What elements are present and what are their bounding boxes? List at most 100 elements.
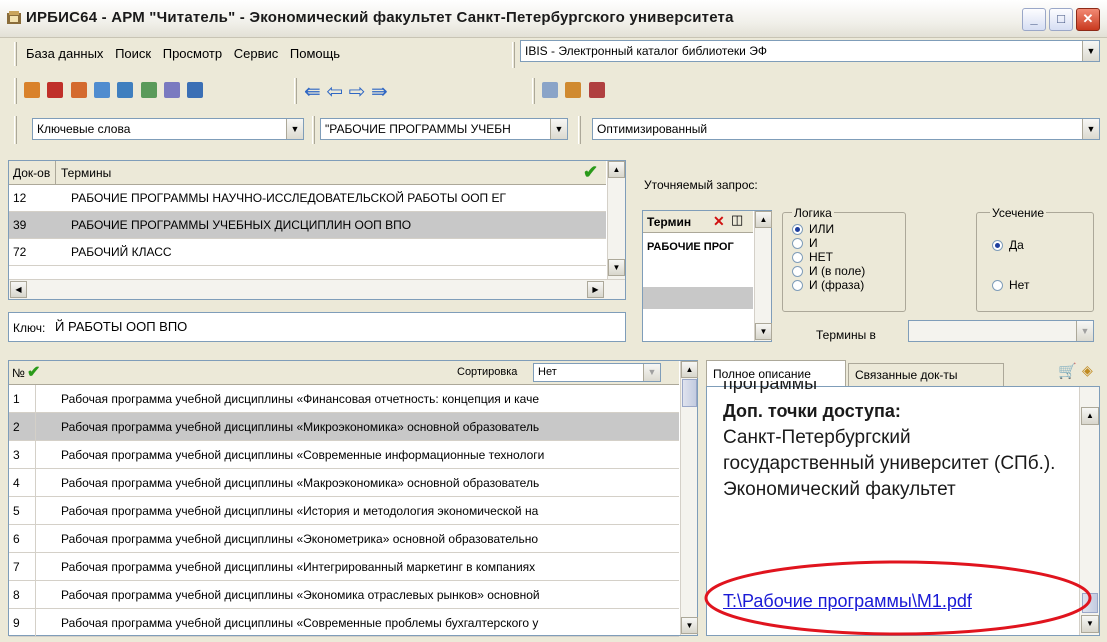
documents-col-num[interactable]: № (12, 366, 25, 380)
toolbar-grip[interactable] (532, 78, 535, 104)
scroll-down-icon[interactable]: ▼ (608, 259, 625, 276)
document-row-selected[interactable]: 2 Рабочая программа учебной дисциплины «… (9, 413, 679, 441)
terms-row[interactable]: 12 РАБОЧИЕ ПРОГРАММЫ НАУЧНО-ИССЛЕДОВАТЕЛ… (9, 185, 606, 212)
scroll-right-icon[interactable]: ▶ (587, 281, 604, 298)
scroll-thumb[interactable] (682, 379, 697, 407)
search-term-select[interactable]: "РАБОЧИЕ ПРОГРАММЫ УЧЕБН ▼ (320, 118, 568, 140)
chevron-down-icon[interactable]: ▼ (286, 119, 303, 139)
truncation-yes-radio[interactable]: Да (992, 238, 1024, 252)
tree-icon[interactable] (140, 82, 157, 98)
chevron-down-icon[interactable]: ▼ (1076, 321, 1093, 341)
refine-scrollbar[interactable]: ▲ ▼ (754, 211, 772, 341)
document-row[interactable]: 7 Рабочая программа учебной дисциплины «… (9, 553, 679, 581)
export-icon[interactable] (565, 82, 582, 98)
toolbar-grip[interactable] (294, 78, 297, 104)
delete-icon[interactable]: ✕ (713, 213, 725, 230)
document-row[interactable]: 3 Рабочая программа учебной дисциплины «… (9, 441, 679, 469)
toolbar-grip[interactable] (512, 42, 515, 68)
radio-checked-icon[interactable] (792, 224, 803, 236)
cart-icon[interactable]: 🛒 (1058, 362, 1077, 380)
search-strategy-select[interactable]: Оптимизированный ▼ (592, 118, 1100, 140)
document-row[interactable]: 6 Рабочая программа учебной дисциплины «… (9, 525, 679, 553)
print-icon[interactable] (542, 82, 558, 98)
document-row[interactable]: 8 Рабочая программа учебной дисциплины «… (9, 581, 679, 609)
menu-search[interactable]: Поиск (115, 46, 151, 61)
menu-view[interactable]: Просмотр (163, 46, 222, 61)
last-record-icon[interactable]: ⇛ (371, 81, 388, 103)
maximize-button[interactable]: □ (1049, 8, 1073, 31)
minimize-button[interactable]: _ (1022, 8, 1046, 31)
checkmark-icon[interactable]: ✔ (27, 362, 40, 382)
logic-and-field-radio[interactable]: И (в поле) (792, 264, 865, 278)
radio-icon[interactable] (992, 280, 1003, 292)
sort-select[interactable]: Нет ▼ (533, 363, 661, 382)
scroll-up-icon[interactable]: ▲ (755, 211, 772, 228)
chevron-down-icon[interactable]: ▼ (643, 364, 660, 381)
search-mode-select[interactable]: Ключевые слова ▼ (32, 118, 304, 140)
first-record-icon[interactable]: ⇚ (304, 81, 321, 103)
info-icon[interactable] (187, 82, 204, 98)
scroll-up-icon[interactable]: ▲ (1081, 407, 1099, 425)
chevron-down-icon[interactable]: ▼ (1082, 119, 1099, 139)
logic-and-phrase-radio[interactable]: И (фраза) (792, 278, 865, 292)
toolbar-grip[interactable] (312, 116, 315, 144)
scroll-up-icon[interactable]: ▲ (608, 161, 625, 178)
terms-row[interactable]: 72 РАБОЧИЙ КЛАСС (9, 239, 606, 266)
toolbar-grip[interactable] (578, 116, 581, 144)
scroll-down-icon[interactable]: ▼ (681, 617, 698, 634)
prev-record-icon[interactable]: ⇦ (326, 81, 343, 103)
next-record-icon[interactable]: ⇨ (349, 81, 366, 103)
description-scrollbar[interactable]: ▲ ▼ (1079, 387, 1099, 635)
terms-row-selected[interactable]: 39 РАБОЧИЕ ПРОГРАММЫ УЧЕБНЫХ ДИСЦИПЛИН О… (9, 212, 606, 239)
save-icon[interactable] (588, 82, 605, 98)
key-field[interactable]: Ключ: Й РАБОТЫ ООП ВПО (8, 312, 626, 342)
pdf-link[interactable]: T:\Рабочие программы\М1.pdf (723, 591, 972, 612)
refine-term-col[interactable]: Термин (647, 215, 691, 229)
radio-icon[interactable] (792, 238, 803, 250)
scroll-left-icon[interactable]: ◀ (10, 281, 27, 298)
document-row[interactable]: 4 Рабочая программа учебной дисциплины «… (9, 469, 679, 497)
pdf-link-text[interactable]: T:\Рабочие программы\М1.pdf (723, 591, 972, 611)
document-row[interactable]: 5 Рабочая программа учебной дисциплины «… (9, 497, 679, 525)
logic-not-radio[interactable]: НЕТ (792, 250, 865, 264)
search-icon[interactable] (94, 82, 111, 98)
menu-service[interactable]: Сервис (234, 46, 279, 61)
view-icon[interactable] (117, 82, 134, 98)
document-row[interactable]: 9 Рабочая программа учебной дисциплины «… (9, 609, 679, 637)
radio-icon[interactable] (792, 266, 803, 278)
documents-scrollbar[interactable]: ▲ ▼ (680, 361, 698, 635)
radio-icon[interactable] (792, 252, 803, 264)
toolbar-grip[interactable] (14, 78, 17, 104)
menubar-grip[interactable] (14, 42, 17, 66)
terms-col-count[interactable]: Док-ов (13, 166, 50, 180)
scroll-down-icon[interactable]: ▼ (755, 323, 772, 340)
radio-icon[interactable] (792, 280, 803, 292)
book-icon[interactable] (47, 82, 64, 98)
filter-icon[interactable] (164, 82, 181, 98)
user-icon[interactable] (24, 82, 40, 98)
refine-term-row-selected[interactable] (643, 287, 753, 309)
close-button[interactable]: ✕ (1076, 8, 1100, 31)
truncation-no-radio[interactable]: Нет (992, 278, 1029, 292)
folder-icon[interactable] (70, 82, 87, 98)
logic-and-radio[interactable]: И (792, 236, 865, 250)
toolbar-grip[interactable] (14, 116, 17, 144)
scroll-down-icon[interactable]: ▼ (1081, 615, 1099, 633)
window-icon[interactable]: ◫ (731, 212, 743, 228)
scroll-up-icon[interactable]: ▲ (681, 361, 698, 378)
terms-scrollbar[interactable]: ▲ ▼ (607, 161, 625, 279)
terms-hscrollbar[interactable]: ◀ ▶ (9, 279, 625, 299)
terms-in-select[interactable]: ▼ (908, 320, 1094, 342)
refine-term-row[interactable]: РАБОЧИЕ ПРОГ (643, 233, 753, 275)
terms-col-term[interactable]: Термины (61, 166, 111, 180)
logic-or-radio[interactable]: ИЛИ (792, 222, 865, 236)
chevron-down-icon[interactable]: ▼ (550, 119, 567, 139)
radio-checked-icon[interactable] (992, 240, 1003, 252)
database-select[interactable]: IBIS - Электронный каталог библиотеки ЭФ… (520, 40, 1100, 62)
menu-database[interactable]: База данных (26, 46, 103, 61)
chevron-down-icon[interactable]: ▼ (1082, 41, 1099, 61)
document-row[interactable]: 1 Рабочая программа учебной дисциплины «… (9, 385, 679, 413)
tag-icon[interactable]: ◈ (1082, 362, 1093, 379)
checkmark-icon[interactable]: ✔ (583, 162, 598, 183)
scroll-thumb[interactable] (1082, 593, 1098, 613)
